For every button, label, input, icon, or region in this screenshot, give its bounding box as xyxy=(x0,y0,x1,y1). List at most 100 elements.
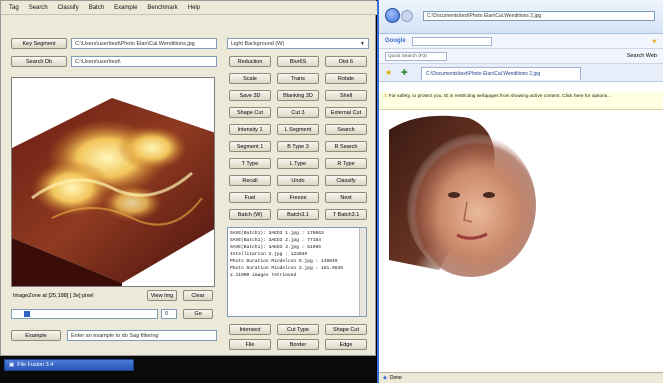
retrieved-face-photo xyxy=(389,115,536,277)
slider-thumb[interactable] xyxy=(24,311,30,317)
taskbar: ▣ File Fusion 3.4 xyxy=(0,356,376,383)
search-db-button[interactable]: Search Db xyxy=(11,56,67,67)
log-line: Intellitarcon 2.jpg : 123049 xyxy=(230,252,308,257)
external-cut-button[interactable]: External Cut xyxy=(325,107,367,118)
star-icon[interactable]: ★ xyxy=(652,38,657,45)
classify-button[interactable]: Classify xyxy=(325,175,367,186)
log-line: 2.11000 images retrieved xyxy=(230,273,297,278)
example-button[interactable]: Example xyxy=(11,330,61,341)
edge-button[interactable]: Edge xyxy=(325,339,367,350)
browser-status-bar: ◆ Done xyxy=(379,372,663,383)
l-type-button[interactable]: L Type xyxy=(277,158,319,169)
log-line: SAVE(Batch1): 3AED3 3.jpg : 61995 xyxy=(230,245,321,250)
log-line: Photo Duration Mindelcon 5.jpg : 146049 xyxy=(230,259,338,264)
background-select[interactable]: Light Background (W) ▼ xyxy=(227,38,369,49)
b-type-button[interactable]: B Type 3 xyxy=(277,141,319,152)
image-search-app-window: Tag Search Classify Batch Example Benchm… xyxy=(0,0,377,356)
quick-search-input[interactable]: Quick Search (F3) xyxy=(385,51,447,61)
file-button[interactable]: File xyxy=(229,339,271,350)
r-search-button[interactable]: R Search xyxy=(325,141,367,152)
trans-button[interactable]: Trans xyxy=(277,73,319,84)
blur-button[interactable]: Blur6S xyxy=(277,56,319,67)
key-segment-button[interactable]: Key Segment xyxy=(11,38,67,49)
tab-title: C:\Documents\test\Photo Elan\Cal.Wenditi… xyxy=(426,71,541,77)
tab-bar: ★ ✚ C:\Documents\test\Photo Elan\Cal.Wen… xyxy=(379,64,663,82)
address-bar[interactable]: C:\Documents\test\Photo Elan\Cal.Wenditi… xyxy=(423,11,655,21)
blanking-3d-button[interactable]: Blanking 3D xyxy=(277,90,319,101)
menu-tag[interactable]: Tag xyxy=(9,5,19,11)
ie-page-icon: ◆ xyxy=(383,375,387,381)
reduction-button[interactable]: Reduction xyxy=(229,56,271,67)
example-field[interactable]: Enter an example to do Sag filtering xyxy=(67,330,217,341)
rotate-button[interactable]: Rotate xyxy=(325,73,367,84)
l-segment-button[interactable]: L Segment xyxy=(277,124,319,135)
information-bar[interactable]: ⚠ For safety, to protect you, IE is rest… xyxy=(379,92,663,110)
search-toolbar: Quick Search (F3) Search Web xyxy=(379,49,663,64)
go-button[interactable]: Go xyxy=(183,309,213,319)
app-window-icon: ▣ xyxy=(9,362,15,368)
google-search-input[interactable] xyxy=(411,36,492,46)
menu-example[interactable]: Example xyxy=(114,5,137,11)
cut-type-button[interactable]: Cut Type xyxy=(277,324,319,335)
menu-benchmark[interactable]: Benchmark xyxy=(147,5,177,11)
key-segment-path-field[interactable]: C:\Users\user\test\Photo Elan\Cal.Wendit… xyxy=(71,38,217,49)
slider-value-field[interactable]: 0 xyxy=(161,309,177,319)
cut-3-button[interactable]: Cut 3 xyxy=(277,107,319,118)
scale-button[interactable]: Scale xyxy=(229,73,271,84)
dist-button[interactable]: Dist 6 xyxy=(325,56,367,67)
browser-nav-bar: C:\Documents\test\Photo Elan\Cal.Wenditi… xyxy=(379,0,663,34)
status-text: Done xyxy=(389,375,402,381)
shape-cut-button[interactable]: Shape Cut xyxy=(229,107,271,118)
segment-button[interactable]: Segment 1 xyxy=(229,141,271,152)
search-button[interactable]: Search xyxy=(325,124,367,135)
google-logo: Google xyxy=(385,38,406,44)
taskbar-app-button[interactable]: ▣ File Fusion 3.4 xyxy=(4,359,134,371)
intersect-button[interactable]: Intersect xyxy=(229,324,271,335)
browser-content xyxy=(379,110,663,372)
google-toolbar: Google ★ xyxy=(379,34,663,49)
log-line: SAVE(Batch1): 3AED3 1.jpg : 176063 xyxy=(230,231,324,236)
image-slider[interactable] xyxy=(11,309,158,319)
browser-tab[interactable]: C:\Documents\test\Photo Elan\Cal.Wenditi… xyxy=(421,67,581,80)
t-batch3-button[interactable]: T Batch3.1 xyxy=(325,209,367,220)
r-type-button[interactable]: R Type xyxy=(325,158,367,169)
shield-icon: ⚠ xyxy=(383,94,388,99)
border-button[interactable]: Border xyxy=(277,339,319,350)
taskbar-app-label: File Fusion 3.4 xyxy=(17,362,54,368)
chevron-down-icon: ▼ xyxy=(360,40,365,47)
shape-cut-2-button[interactable]: Shape Cut xyxy=(325,324,367,335)
web-browser-window: C:\Documents\test\Photo Elan\Cal.Wenditi… xyxy=(377,0,663,383)
log-scrollbar[interactable] xyxy=(359,228,366,316)
freeze-button[interactable]: Freeze xyxy=(277,192,319,203)
background-select-value: Light Background (W) xyxy=(231,40,285,47)
forward-button[interactable] xyxy=(401,10,413,22)
add-favorite-icon[interactable]: ✚ xyxy=(401,68,408,77)
view-img-button[interactable]: View Img xyxy=(147,290,177,301)
favorites-star-icon[interactable]: ★ xyxy=(385,68,392,77)
back-button[interactable] xyxy=(385,8,400,23)
recall-button[interactable]: Recall xyxy=(229,175,271,186)
save-3d-button[interactable]: Save 3D xyxy=(229,90,271,101)
image-status-text: ImageZone at [25,188] [ 3e] pixel xyxy=(13,293,94,299)
intensity-button[interactable]: Intensity 1 xyxy=(229,124,271,135)
batch3-button[interactable]: Batch3.1 xyxy=(277,209,319,220)
clear-button[interactable]: Clear xyxy=(183,290,213,301)
next-button[interactable]: Next xyxy=(325,192,367,203)
undo-button[interactable]: Undo xyxy=(277,175,319,186)
3d-intensity-surface-render xyxy=(12,98,214,286)
menu-bar: Tag Search Classify Batch Example Benchm… xyxy=(1,1,377,15)
log-line: Photo Duration Mindelcon 2.jpg : 181.953… xyxy=(230,266,344,271)
fuel-button[interactable]: Fuel xyxy=(229,192,271,203)
search-db-path-field[interactable]: C:\Users\user\test\ xyxy=(71,56,217,67)
menu-classify[interactable]: Classify xyxy=(58,5,79,11)
menu-search[interactable]: Search xyxy=(29,5,48,11)
shell-button[interactable]: Shell xyxy=(325,90,367,101)
search-web-label[interactable]: Search Web xyxy=(627,53,657,59)
results-log[interactable]: SAVE(Batch1): 3AED3 1.jpg : 176063 SAVE(… xyxy=(227,227,367,317)
information-bar-text: For safety, to protect you, IE is restri… xyxy=(388,94,612,99)
batch-w-button[interactable]: Batch (W) xyxy=(229,209,271,220)
image-viewer-3d[interactable] xyxy=(11,77,215,287)
menu-help[interactable]: Help xyxy=(188,5,200,11)
t-type-button[interactable]: T Type xyxy=(229,158,271,169)
menu-batch[interactable]: Batch xyxy=(89,5,104,11)
